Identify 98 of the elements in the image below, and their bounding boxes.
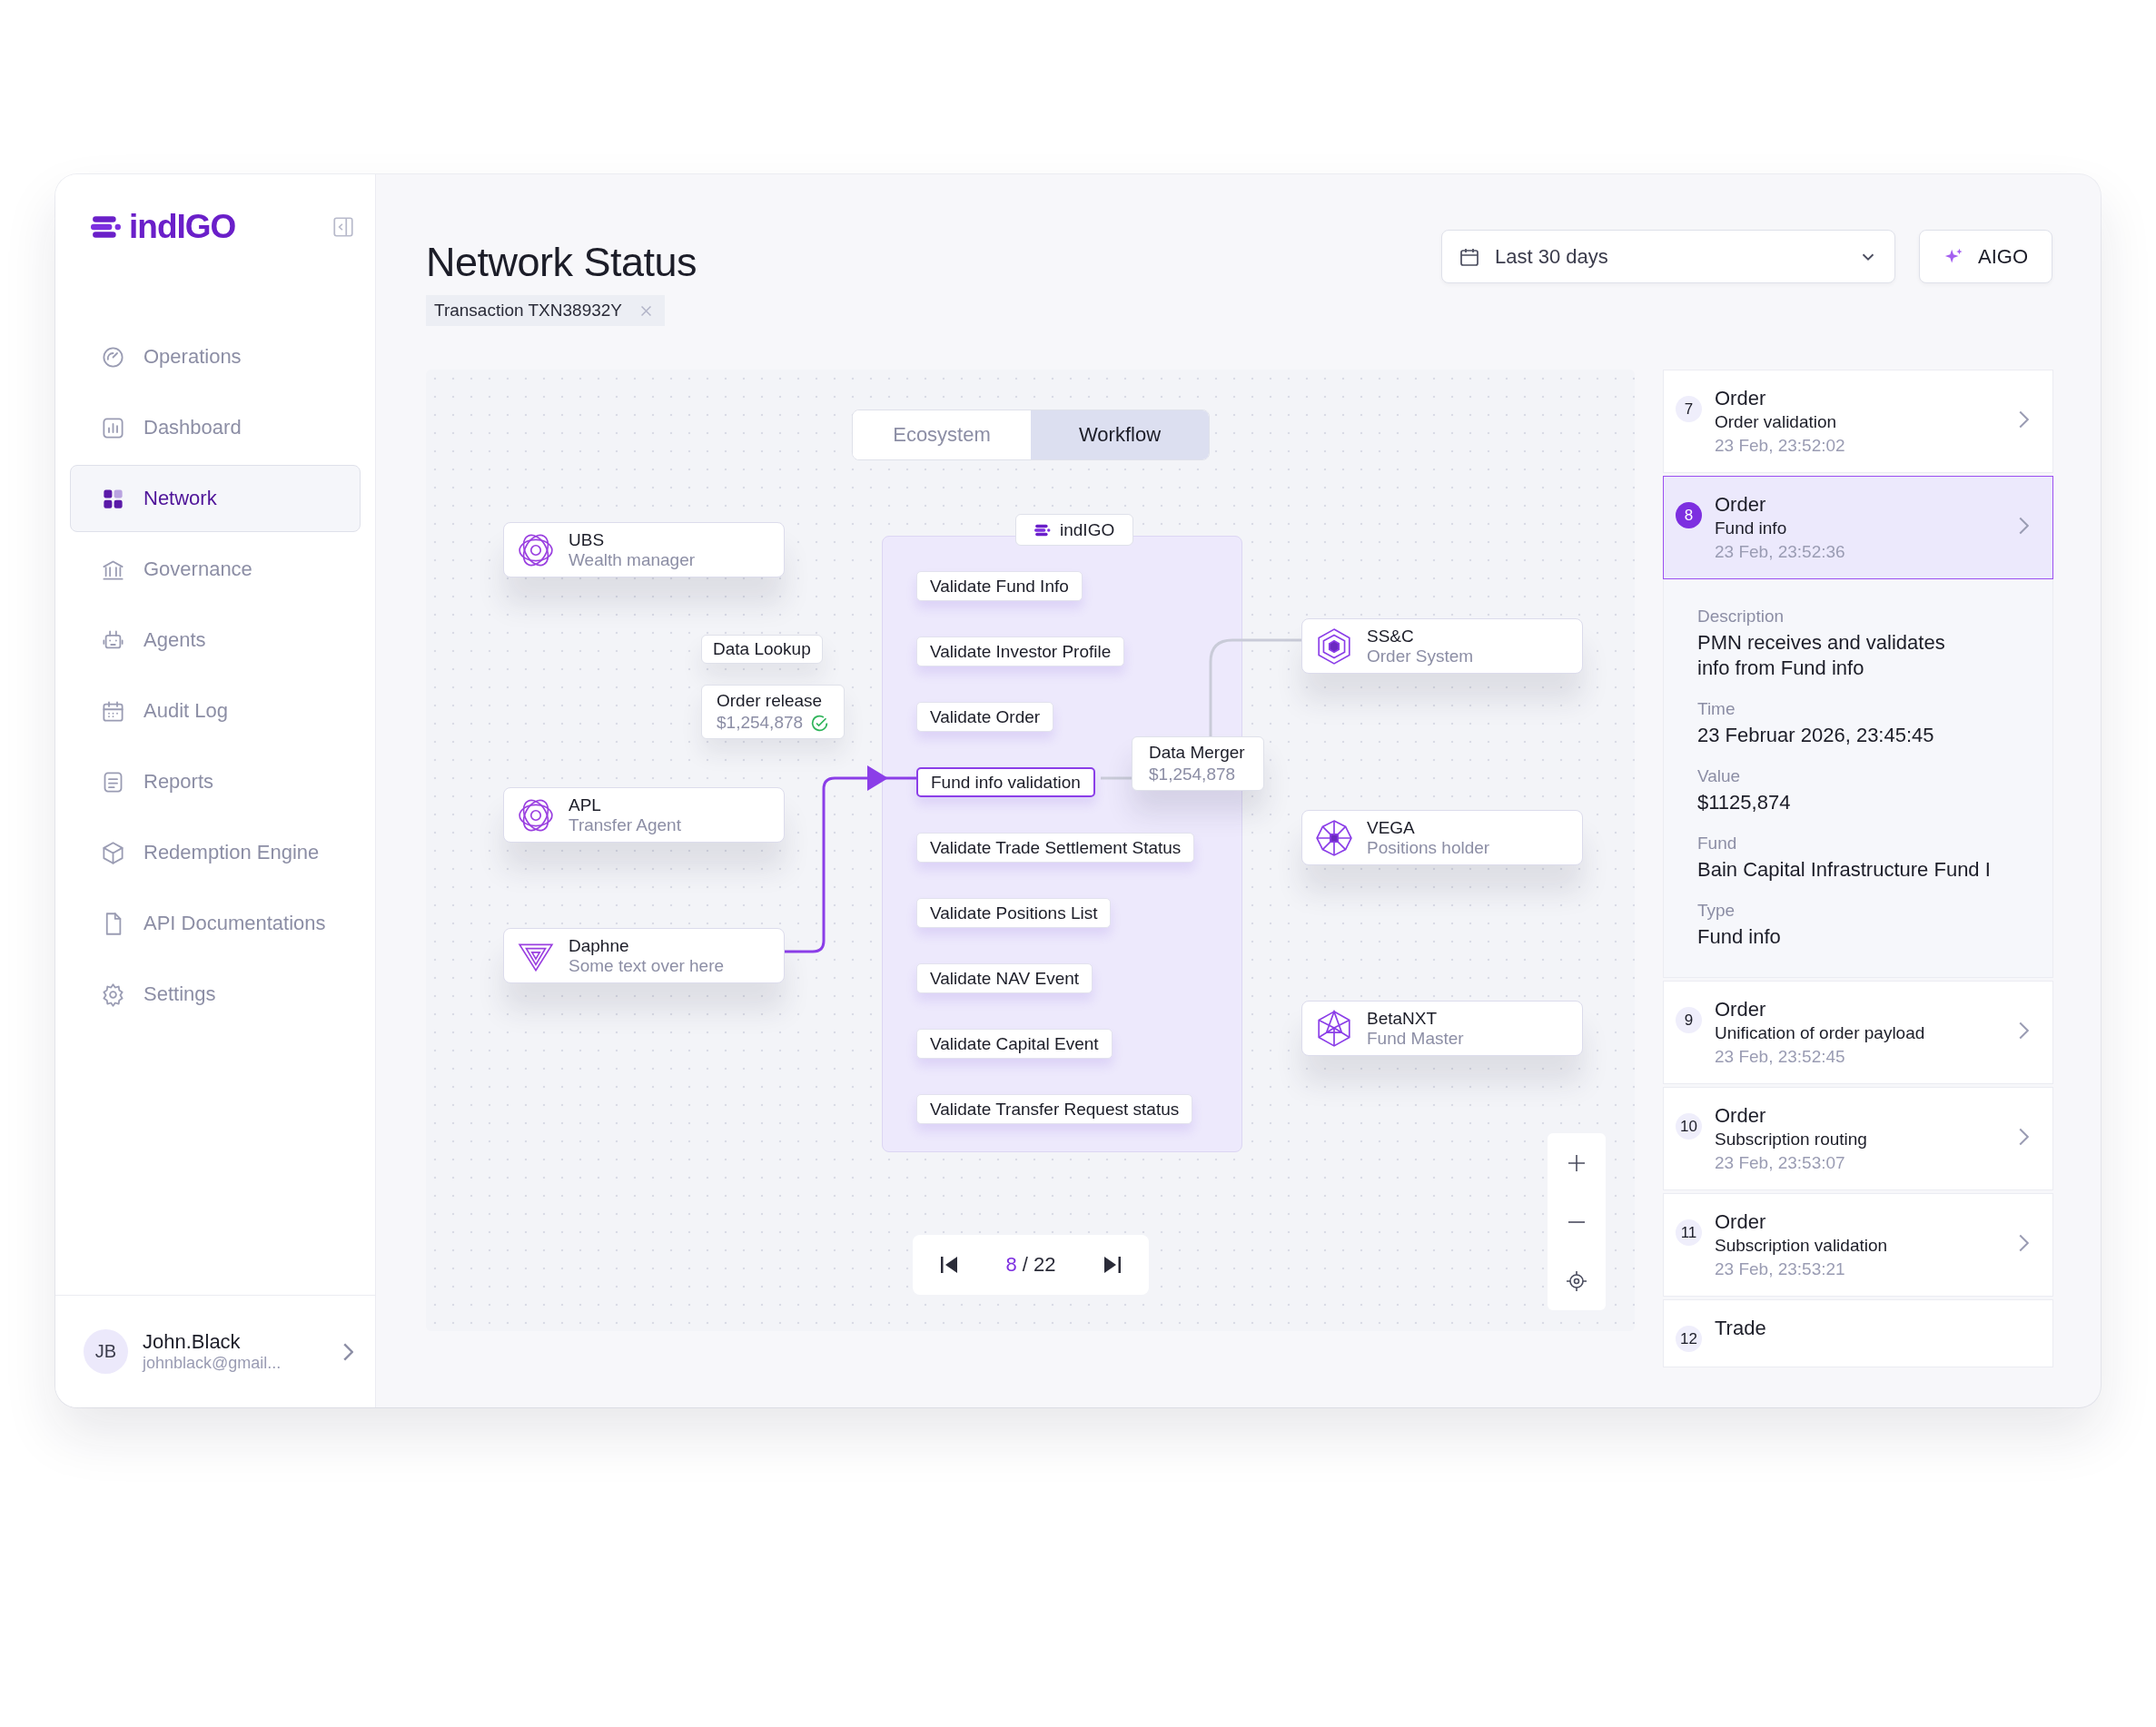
workflow-step[interactable]: Validate Order [916,702,1054,732]
user-email: johnblack@gmail... [143,1354,282,1373]
view-tab[interactable]: Workflow [1031,410,1209,459]
item-time: 23 Feb, 23:53:07 [1715,1152,1846,1174]
logo-icon [91,215,122,239]
node-name: BetaNXT [1367,1008,1439,1029]
step-number: 7 [1676,396,1702,422]
detail-value: Fund info [1697,924,1782,950]
item-title: Order [1715,493,1767,517]
item-subtitle: Fund info [1715,518,1788,539]
step-number: 11 [1676,1219,1702,1246]
cube-icon [101,840,125,865]
ai-button[interactable]: AIGO [1919,230,2052,283]
chevron-right-icon [2019,1021,2029,1040]
workflow-step[interactable]: Validate Positions List [916,898,1112,928]
polyhedron-icon [1315,1009,1353,1048]
target-icon[interactable] [1566,1269,1587,1292]
page-counter: 8 / 22 [1005,1253,1056,1277]
item-time: 23 Feb, 23:53:21 [1715,1258,1846,1280]
item-subtitle: Order validation [1715,411,1838,433]
item-time: 23 Feb, 23:52:36 [1715,541,1846,563]
node-role: Fund Master [1367,1028,1464,1049]
item-time: 23 Feb, 23:52:02 [1715,435,1846,457]
chevron-right-icon [2019,517,2029,535]
partner-node[interactable]: Daphne Some text over here [503,928,785,983]
logo-icon [1034,523,1051,537]
chevron-right-icon [2019,410,2029,429]
merger-title: Data Merger [1149,742,1246,764]
logo-text: indIGO [129,208,236,246]
node-name: APL [569,794,602,815]
amount-title: Order release [717,690,824,712]
timeline-item[interactable]: 9 Order Unification of order payload 23 Feb, 23:52:45 [1663,981,2053,1084]
node-name: Daphne [569,935,630,956]
detail-label: Description [1697,607,1785,627]
workflow-step[interactable]: Fund info validation [916,767,1095,797]
item-title: Order [1715,1104,1767,1128]
detail-value: $1125,874 [1697,790,1792,815]
detail-value: PMN receives and validates info from Fund info [1697,630,1946,681]
amount-value: $1,254,878 [717,712,804,734]
detail-label: Time [1697,699,1736,719]
node-name: UBS [569,529,606,550]
chevron-right-icon [2019,1234,2029,1252]
bar-chart-icon [101,415,125,440]
workflow-step[interactable]: Validate Capital Event [916,1029,1113,1059]
sidebar-nav-item[interactable]: Network [70,465,361,532]
timeline-item[interactable]: 7 Order Order validation 23 Feb, 23:52:02 [1663,370,2053,473]
skip-last-icon[interactable] [1102,1254,1123,1276]
skip-first-icon[interactable] [938,1254,960,1276]
item-subtitle: Subscription validation [1715,1235,1889,1257]
step-number: 12 [1676,1326,1702,1352]
merger-amount: $1,254,878 [1149,764,1237,785]
node-name: VEGA [1367,817,1416,838]
item-title: Order [1715,387,1767,410]
node-role: Some text over here [569,955,725,976]
step-number: 9 [1676,1007,1702,1033]
settings-icon [101,982,125,1007]
workflow-step[interactable]: Validate Transfer Request status [916,1094,1193,1124]
item-title: Order [1715,998,1767,1021]
timeline-item[interactable]: 12 Trade [1663,1299,2053,1367]
node-role: Wealth manager [569,549,696,570]
system-node[interactable]: SS&C Order System [1301,618,1583,674]
node-role: Positions holder [1367,837,1490,858]
step-number: 10 [1676,1113,1702,1140]
system-node[interactable]: VEGA Positions holder [1301,810,1583,865]
date-range-dropdown[interactable]: Last 30 days [1441,230,1895,283]
workflow-step[interactable]: Validate Trade Settlement Status [916,833,1195,863]
workflow-step[interactable]: Validate Investor Profile [916,637,1125,666]
detail-value: Bain Capital Infrastructure Fund I [1697,857,1992,883]
item-title: Order [1715,1210,1767,1234]
detail-label: Value [1697,766,1742,786]
pipeline-name: indIGO [1060,519,1115,540]
item-title: Trade [1715,1317,1767,1340]
partner-node[interactable]: APL Transfer Agent [503,787,785,843]
detail-label: Type [1697,901,1736,921]
user-name: John.Black [143,1330,242,1354]
workflow-step[interactable]: Validate NAV Event [916,963,1093,993]
item-subtitle: Unification of order payload [1715,1022,1926,1044]
system-node[interactable]: BetaNXT Fund Master [1301,1001,1583,1056]
page-title: Network Status [426,239,697,286]
timeline-item[interactable]: 8 Order Fund info 23 Feb, 23:52:36 [1663,476,2053,579]
detail-label: Fund [1697,834,1738,854]
step-number: 8 [1676,502,1702,528]
gauge-icon [101,344,125,370]
item-time: 23 Feb, 23:52:45 [1715,1046,1846,1068]
user-avatar: JB [84,1329,128,1374]
chevron-right-icon[interactable] [343,1342,353,1361]
chevron-right-icon [2019,1128,2029,1146]
connector-line [1101,776,1132,780]
node-role: Transfer Agent [569,814,681,835]
filter-chip-label: Transaction TXN38932Y [434,301,622,321]
hexagon-icon [1315,627,1353,666]
workflow-step[interactable]: Validate Fund Info [916,571,1083,601]
node-name: SS&C [1367,626,1415,646]
node-role: Order System [1367,646,1474,666]
data-tag: Data Lookup [701,635,823,664]
detail-value: 23 Februar 2026, 23:45:45 [1697,723,1935,748]
item-subtitle: Subscription routing [1715,1129,1868,1150]
partner-node[interactable]: UBS Wealth manager [503,522,785,577]
